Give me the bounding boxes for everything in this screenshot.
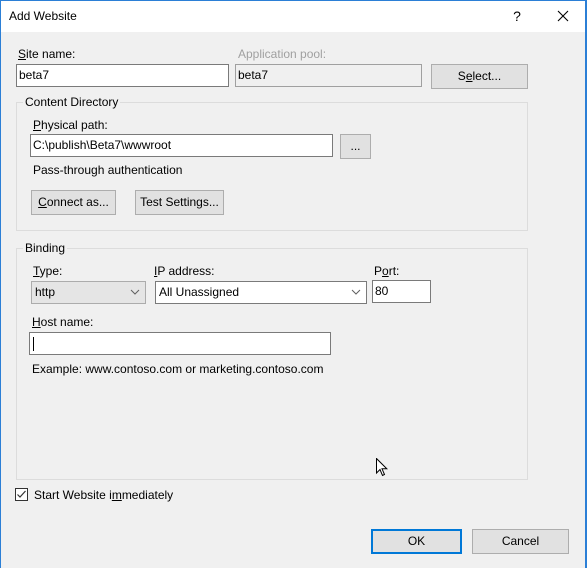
ip-address-select[interactable]: All Unassigned (155, 281, 367, 304)
btn-text: lect... (472, 69, 502, 83)
cancel-button[interactable]: Cancel (472, 529, 569, 554)
physical-path-input[interactable]: C:\publish\Beta7\wwwroot (30, 134, 333, 157)
connect-as-button[interactable]: Connect as... (31, 190, 116, 215)
label-text: mediately (121, 488, 174, 502)
application-pool-value: beta7 (238, 68, 269, 82)
label-text: Start Website i (34, 488, 112, 502)
add-website-dialog: Add Website ? Site name: beta7 Applicati… (0, 0, 587, 568)
label-text: ite name: (26, 47, 76, 61)
btn-text: s... (202, 195, 219, 209)
label-text: ype: (39, 264, 63, 278)
content-directory-title: Content Directory (23, 95, 121, 109)
close-icon (557, 10, 569, 22)
mnemonic: g (196, 195, 203, 209)
mouse-pointer-icon (376, 458, 388, 477)
chevron-down-icon (130, 287, 140, 297)
label-text: P (374, 264, 383, 278)
site-name-input[interactable]: beta7 (16, 64, 229, 87)
physical-path-value: C:\publish\Beta7\wwwroot (33, 138, 172, 152)
title-bar: Add Website ? (1, 1, 585, 32)
application-pool-field: beta7 (235, 64, 422, 87)
ip-address-label: IP address: (154, 264, 215, 278)
mnemonic: P (33, 118, 42, 132)
text-caret (33, 337, 34, 351)
start-website-checkbox[interactable] (15, 488, 28, 501)
browse-button[interactable]: ... (340, 134, 371, 159)
start-website-label[interactable]: Start Website immediately (34, 488, 173, 502)
auth-status-text: Pass-through authentication (33, 163, 183, 177)
btn-text: onnect as... (46, 195, 109, 209)
mnemonic: T (33, 264, 40, 278)
ip-address-value: All Unassigned (159, 285, 240, 299)
help-button[interactable]: ? (505, 5, 529, 27)
label-text: hysical path: (41, 118, 108, 132)
port-label: Port: (374, 264, 399, 278)
mnemonic: S (18, 47, 27, 61)
physical-path-label: Physical path: (33, 118, 108, 132)
port-input[interactable]: 80 (372, 280, 431, 303)
host-name-example: Example: www.contoso.com or marketing.co… (32, 362, 324, 376)
label-text: ost name: (40, 315, 94, 329)
host-name-input[interactable] (29, 332, 331, 355)
label-text: rt: (388, 264, 400, 278)
close-button[interactable] (551, 5, 575, 27)
test-settings-button[interactable]: Test Settings... (135, 190, 224, 215)
mnemonic: e (465, 69, 473, 83)
select-app-pool-button[interactable]: Select... (431, 64, 528, 89)
ok-button[interactable]: OK (371, 529, 462, 554)
host-name-label: Host name: (32, 315, 93, 329)
label-text: P address: (157, 264, 215, 278)
type-label: Type: (33, 264, 62, 278)
btn-text: Test Settin (140, 195, 197, 209)
mnemonic: C (38, 195, 47, 209)
mnemonic: m (111, 488, 122, 502)
site-name-label: Site name: (18, 47, 75, 61)
application-pool-label: Application pool: (238, 47, 327, 61)
mnemonic: o (382, 264, 389, 278)
dialog-title: Add Website (9, 9, 77, 23)
type-value: http (35, 285, 56, 299)
site-name-value: beta7 (19, 68, 50, 82)
btn-text: S (457, 69, 466, 83)
port-value: 80 (375, 284, 389, 298)
checkmark-icon (17, 490, 26, 498)
mnemonic: H (32, 315, 41, 329)
type-select[interactable]: http (31, 281, 146, 304)
binding-title: Binding (23, 241, 68, 255)
chevron-down-icon (351, 287, 361, 297)
